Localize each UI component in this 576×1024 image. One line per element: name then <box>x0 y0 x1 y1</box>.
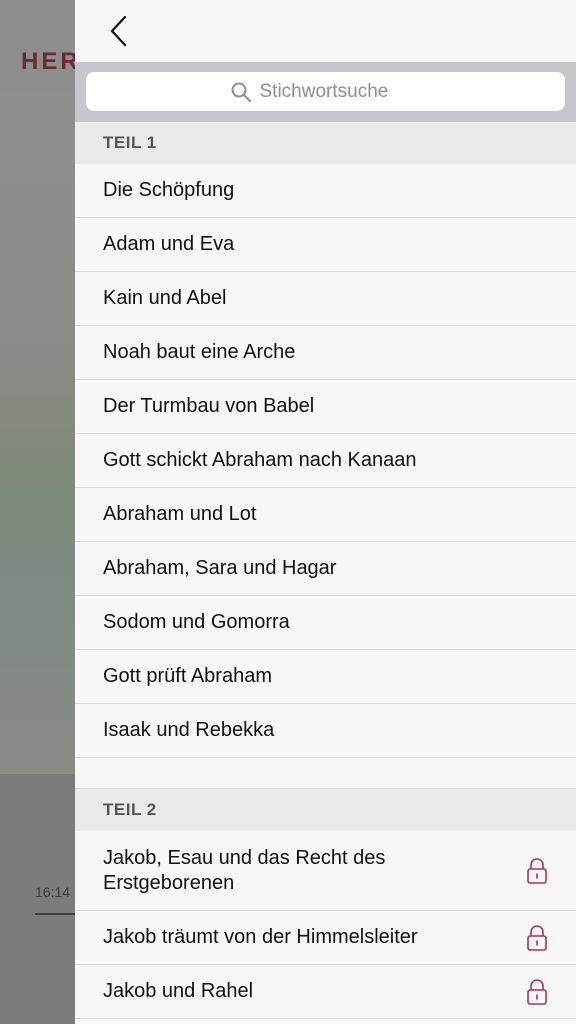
list-item-label: Isaak und Rebekka <box>103 719 275 741</box>
back-button[interactable] <box>101 12 141 52</box>
side-drawer: TEIL 1 Die Schöpfung Adam und Eva Kain u… <box>75 0 576 1024</box>
list-item[interactable]: Gott prüft Abraham <box>75 650 576 704</box>
lock-icon <box>526 857 548 885</box>
list-item-label: Der Turmbau von Babel <box>103 395 315 417</box>
section-spacer <box>75 758 576 789</box>
background-time: 16:14 <box>35 884 71 900</box>
list-item-label: Jakob träumt von der Himmelsleiter <box>103 926 418 948</box>
section-header-teil-2: TEIL 2 <box>75 789 576 831</box>
list-item-locked[interactable]: Jakob und Rahel <box>75 965 576 1019</box>
lock-icon <box>526 924 548 952</box>
list-item-label: Adam und Eva <box>103 233 235 255</box>
search-input[interactable] <box>257 79 422 104</box>
list-item[interactable]: Die Schöpfung <box>75 164 576 218</box>
section-header-teil-1: TEIL 1 <box>75 122 576 164</box>
chevron-left-icon <box>110 15 127 47</box>
list-item-label: Gott schickt Abraham nach Kanaan <box>103 449 417 471</box>
list-item-label: Jakob, Esau und das Recht des Erstgebore… <box>103 846 386 894</box>
list-item[interactable]: Sodom und Gomorra <box>75 596 576 650</box>
list-item[interactable]: Kain und Abel <box>75 272 576 326</box>
list-item[interactable]: Abraham und Lot <box>75 488 576 542</box>
list-item-locked[interactable]: Jakob träumt von der Himmelsleiter <box>75 911 576 965</box>
list-item[interactable]: Der Turmbau von Babel <box>75 380 576 434</box>
search-bar <box>75 62 576 122</box>
list-item-label: Gott prüft Abraham <box>103 665 272 687</box>
list-item[interactable]: Gott schickt Abraham nach Kanaan <box>75 434 576 488</box>
list-item-locked[interactable]: Jakob, Esau und das Recht des Erstgebore… <box>75 831 576 911</box>
background-title: HER <box>21 48 81 75</box>
search-field-container[interactable] <box>86 72 565 111</box>
drawer-header <box>75 0 576 62</box>
search-icon <box>230 81 252 103</box>
list-item[interactable]: Adam und Eva <box>75 218 576 272</box>
list-item[interactable]: Noah baut eine Arche <box>75 326 576 380</box>
list-item-label: Jakob und Rahel <box>103 980 254 1002</box>
list-item-label: Abraham, Sara und Hagar <box>103 557 337 579</box>
chapter-list: TEIL 1 Die Schöpfung Adam und Eva Kain u… <box>75 122 576 1019</box>
list-item[interactable]: Abraham, Sara und Hagar <box>75 542 576 596</box>
list-item-label: Kain und Abel <box>103 287 227 309</box>
list-item-label: Noah baut eine Arche <box>103 341 296 363</box>
list-item-label: Abraham und Lot <box>103 503 257 525</box>
lock-icon <box>526 978 548 1006</box>
list-item-label: Sodom und Gomorra <box>103 611 290 633</box>
list-item-label: Die Schöpfung <box>103 179 235 201</box>
list-item[interactable]: Isaak und Rebekka <box>75 704 576 758</box>
